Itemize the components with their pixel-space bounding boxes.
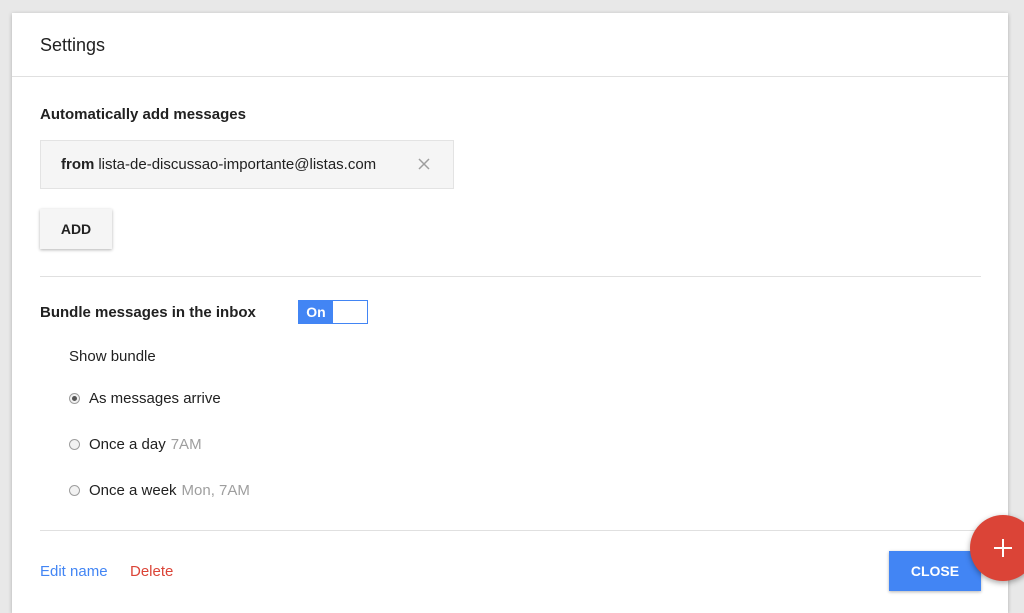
radio-hint: 7AM xyxy=(170,435,202,453)
add-button[interactable]: ADD xyxy=(40,209,112,249)
close-icon[interactable] xyxy=(414,154,434,174)
radio-option-as-messages-arrive[interactable]: As messages arrive xyxy=(69,388,221,408)
radio-hint: Mon, 7AM xyxy=(181,481,250,499)
radio-button[interactable] xyxy=(69,438,80,450)
radio-button-checked[interactable] xyxy=(69,392,80,404)
radio-option-once-a-day[interactable]: Once a day 7AM xyxy=(69,434,202,454)
settings-dialog: Settings Automatically add messages from… xyxy=(12,13,1008,613)
filter-keyword: from xyxy=(61,156,95,173)
filter-chip-text: from lista-de-discussao-importante@listas… xyxy=(61,156,376,173)
close-button[interactable]: CLOSE xyxy=(889,551,981,591)
delete-link[interactable]: Delete xyxy=(130,563,173,580)
radio-label: Once a day xyxy=(89,435,166,453)
section-divider xyxy=(40,276,981,277)
plus-icon xyxy=(992,537,1014,559)
bundle-heading: Bundle messages in the inbox xyxy=(40,304,256,321)
auto-add-heading: Automatically add messages xyxy=(40,106,246,123)
dialog-header: Settings xyxy=(12,13,1008,77)
radio-label: As messages arrive xyxy=(89,389,221,407)
radio-button[interactable] xyxy=(69,484,80,496)
footer-divider xyxy=(40,530,981,531)
edit-name-link[interactable]: Edit name xyxy=(40,563,108,580)
radio-option-once-a-week[interactable]: Once a week Mon, 7AM xyxy=(69,480,250,500)
filter-value: lista-de-discussao-importante@listas.com xyxy=(98,156,377,173)
dialog-title: Settings xyxy=(40,35,106,55)
bundle-toggle[interactable]: On xyxy=(298,300,368,324)
radio-label: Once a week xyxy=(89,481,177,499)
toggle-on-label: On xyxy=(299,301,333,323)
show-bundle-label: Show bundle xyxy=(69,348,156,365)
filter-chip: from lista-de-discussao-importante@listas… xyxy=(40,140,454,189)
